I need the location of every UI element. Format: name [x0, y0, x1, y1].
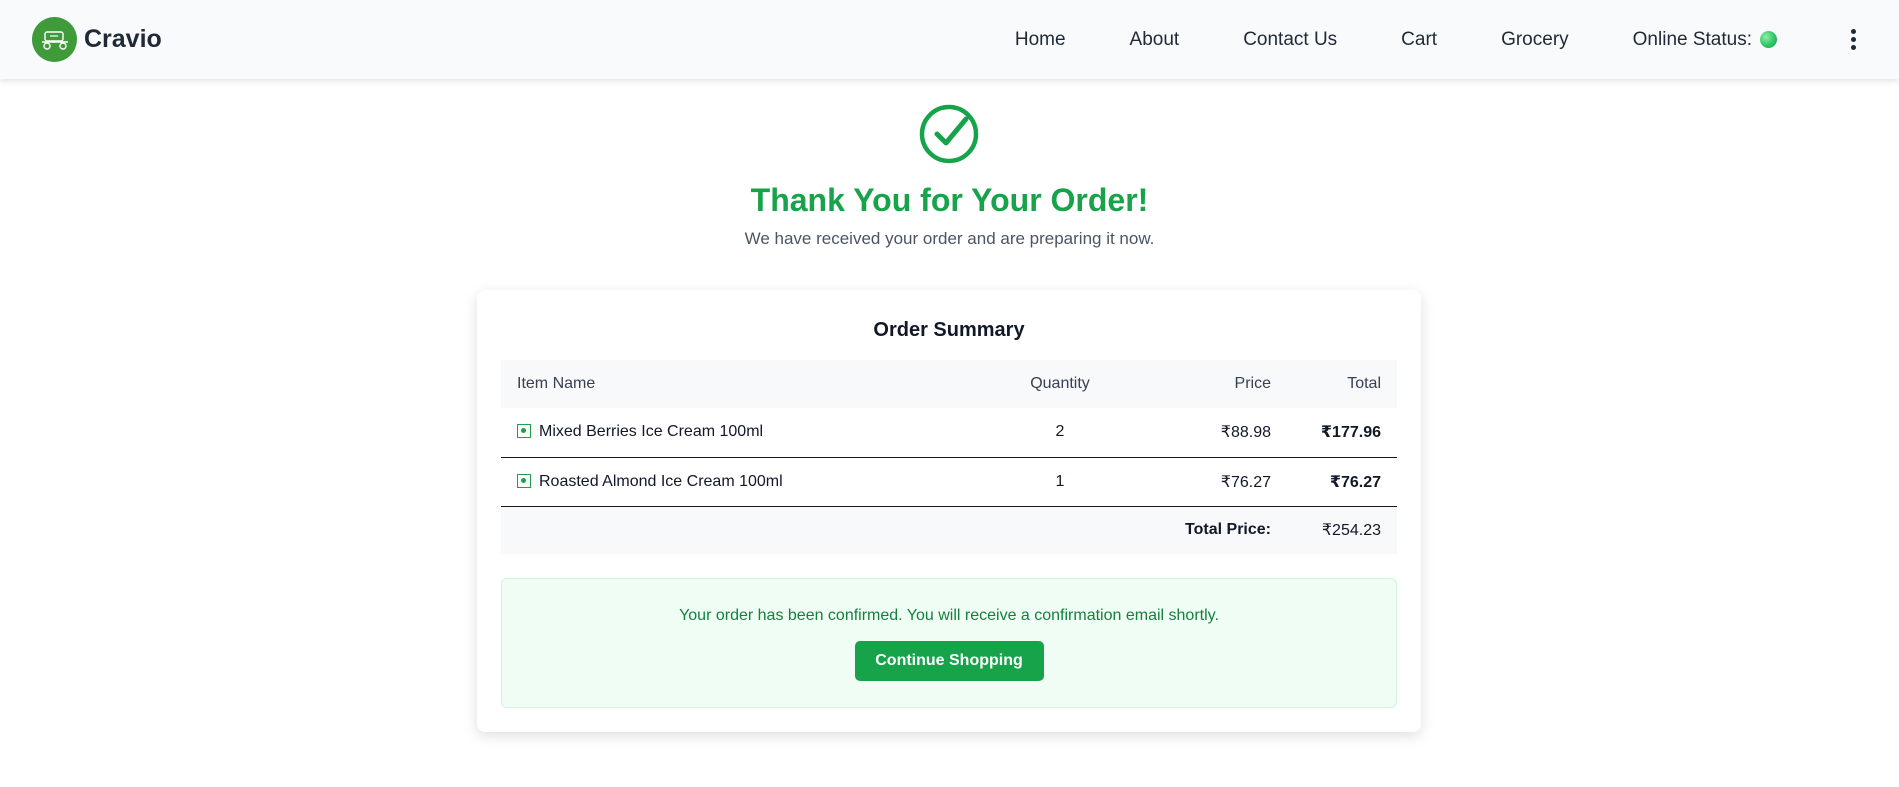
item-name-cell: Mixed Berries Ice Cream 100ml [501, 408, 991, 458]
item-price: ₹76.27 [1129, 457, 1271, 507]
veg-indicator-icon [517, 424, 531, 439]
check-circle-icon [919, 104, 979, 164]
nav-link-contact-us[interactable]: Contact Us [1243, 29, 1337, 51]
nav-link-home[interactable]: Home [1015, 29, 1066, 51]
item-quantity: 1 [991, 457, 1129, 507]
confirmation-box: Your order has been confirmed. You will … [501, 578, 1397, 708]
item-total: ₹76.27 [1271, 457, 1397, 507]
nav-link-about[interactable]: About [1130, 29, 1180, 51]
empty-cell [991, 506, 1129, 554]
column-header-price: Price [1129, 360, 1271, 408]
continue-shopping-button[interactable]: Continue Shopping [854, 641, 1044, 681]
online-status-label: Online Status: [1632, 28, 1752, 50]
order-summary-table: Item Name Quantity Price Total Mixed Ber… [501, 360, 1397, 554]
cravio-logo-icon [32, 17, 77, 62]
more-menu-button[interactable] [1843, 27, 1863, 53]
table-row: Mixed Berries Ice Cream 100ml 2 ₹88.98 ₹… [501, 408, 1397, 458]
item-name-cell: Roasted Almond Ice Cream 100ml [501, 457, 991, 507]
order-summary-title: Order Summary [501, 310, 1397, 364]
kebab-dot-icon [1850, 29, 1856, 34]
page-subtitle: We have received your order and are prep… [744, 229, 1155, 248]
nav-links: Home About Contact Us Cart Grocery Onlin… [1015, 27, 1899, 53]
total-price-value: ₹254.23 [1271, 506, 1397, 554]
column-header-total: Total [1271, 360, 1397, 408]
order-summary-title-text: Order Summary [873, 319, 1025, 341]
table-row: Roasted Almond Ice Cream 100ml 1 ₹76.27 … [501, 457, 1397, 507]
item-name: Mixed Berries Ice Cream 100ml [539, 423, 764, 441]
item-total: ₹177.96 [1271, 408, 1397, 458]
kebab-dot-icon [1850, 45, 1856, 50]
table-header-row: Item Name Quantity Price Total [501, 360, 1397, 408]
navbar: Cravio Home About Contact Us Cart Grocer… [0, 0, 1899, 79]
delivery-scooter-icon [41, 30, 68, 50]
brand-name: Cravio [84, 25, 162, 53]
veg-indicator-icon [517, 473, 531, 488]
total-price-label: Total Price: [1129, 506, 1271, 554]
column-header-item-name: Item Name [501, 360, 991, 408]
item-name: Roasted Almond Ice Cream 100ml [539, 472, 783, 490]
confirmation-message: Your order has been confirmed. You will … [679, 607, 1219, 624]
page-title: Thank You for Your Order! [750, 182, 1149, 218]
online-status: Online Status: [1633, 29, 1777, 51]
online-status-indicator-icon [1760, 31, 1777, 48]
item-price: ₹88.98 [1129, 408, 1271, 458]
empty-cell [501, 506, 991, 554]
order-summary-card: Order Summary Item Name Quantity Price T… [477, 290, 1421, 732]
total-price-row: Total Price: ₹254.23 [501, 506, 1397, 554]
kebab-dot-icon [1850, 37, 1856, 42]
nav-link-cart[interactable]: Cart [1401, 29, 1437, 51]
brand[interactable]: Cravio [32, 17, 162, 62]
item-quantity: 2 [991, 408, 1129, 458]
nav-link-grocery[interactable]: Grocery [1501, 29, 1569, 51]
column-header-quantity: Quantity [991, 360, 1129, 408]
